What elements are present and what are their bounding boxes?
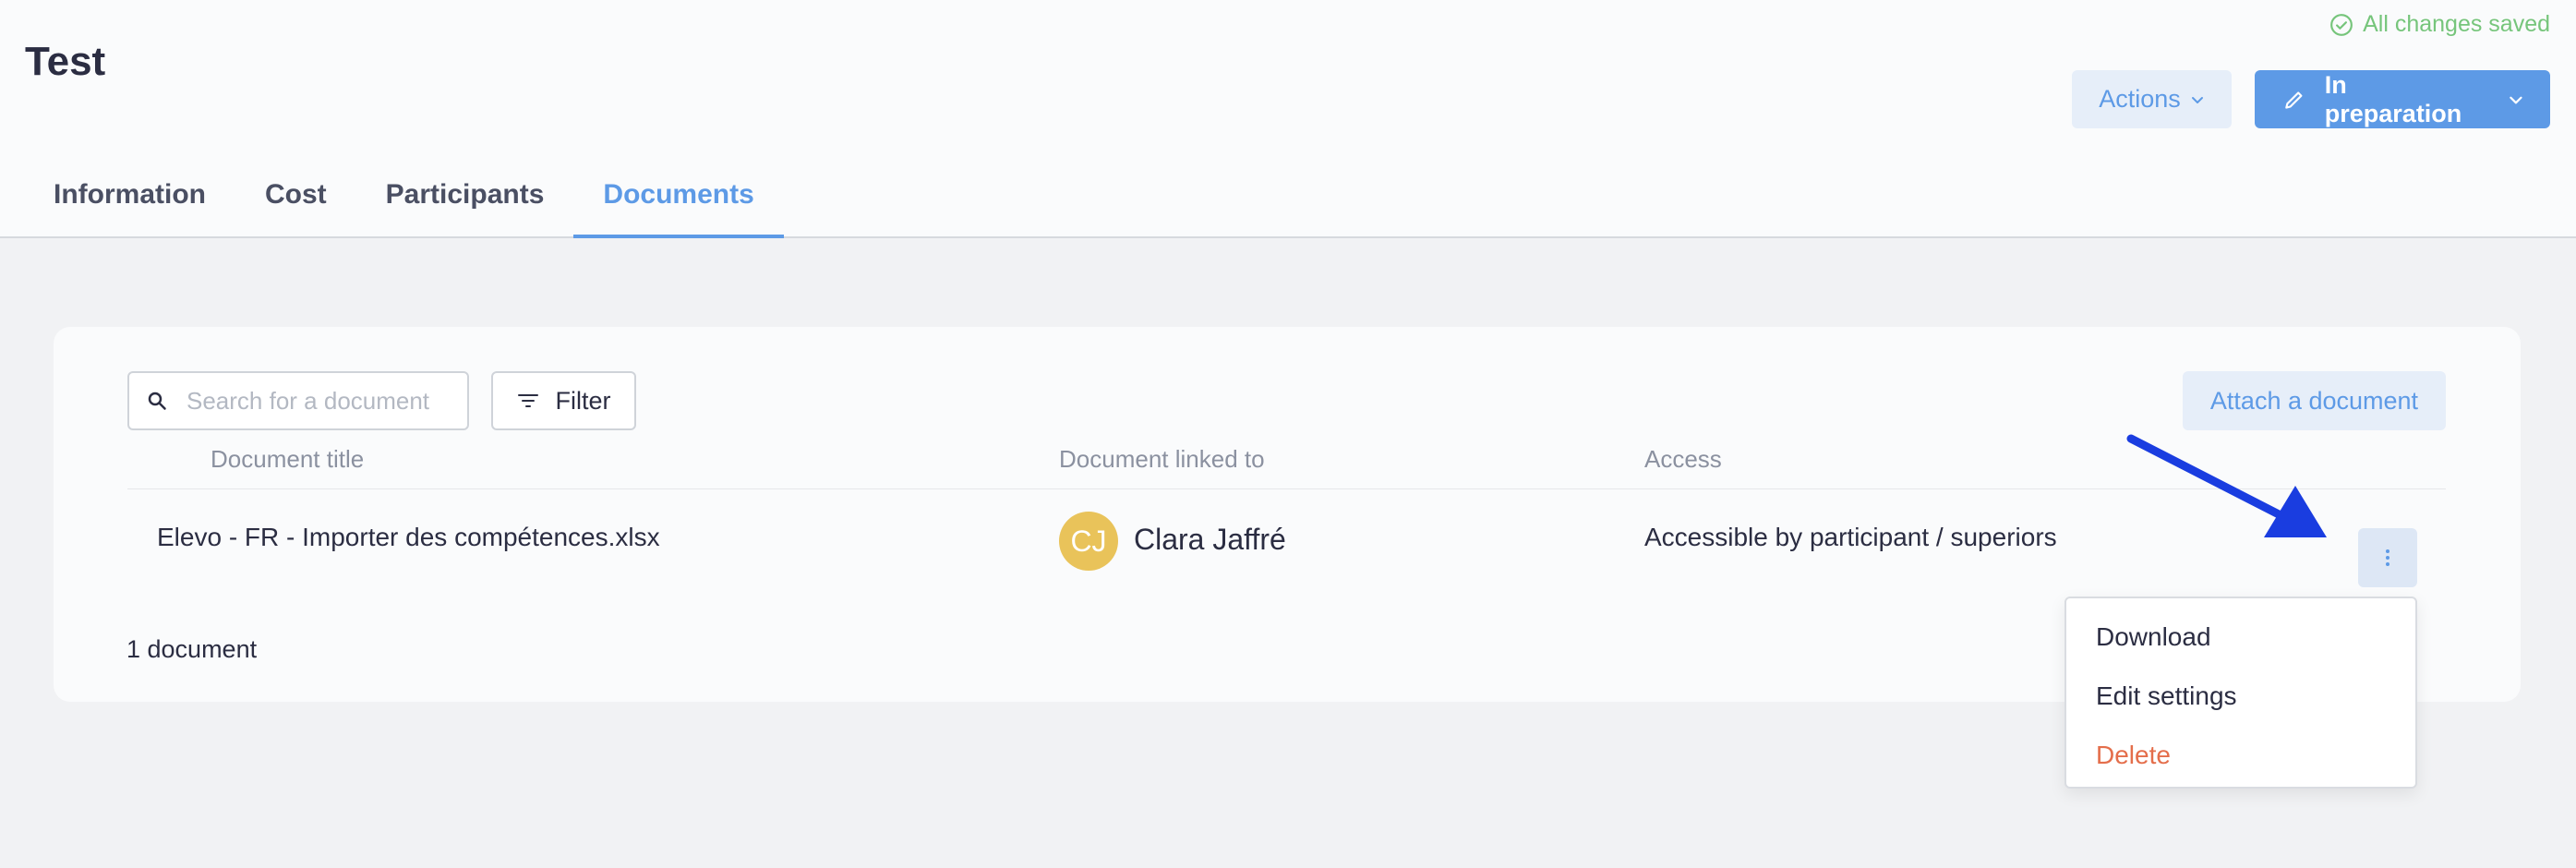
access-cell: Accessible by participant / superiors [1644,523,2057,551]
status-button[interactable]: In preparation [2255,70,2550,128]
search-input[interactable] [187,386,454,416]
column-header-linked-to[interactable]: Document linked to [1059,445,1265,474]
status-button-label: In preparation [2324,70,2462,127]
document-title-cell: Elevo - FR - Importer des compétences.xl… [157,523,660,551]
tab-participants[interactable]: Participants [356,166,574,238]
column-header-title[interactable]: Document title [211,445,364,474]
save-status: All changes saved [2329,11,2550,38]
page-title: Test [25,39,106,84]
menu-item-edit-settings[interactable]: Edit settings [2066,672,2415,731]
column-header-access[interactable]: Access [1644,445,1722,474]
filter-button-label: Filter [555,386,611,415]
more-vertical-icon [2386,549,2389,566]
avatar: CJ [1059,512,1118,571]
table-header: Document title Document linked to Access [127,445,2446,489]
search-icon [148,392,166,410]
chevron-down-icon [2510,96,2522,103]
document-count: 1 document [126,635,258,663]
annotation-arrow-icon [2126,434,2327,537]
attach-document-button[interactable]: Attach a document [2183,371,2446,430]
filter-button[interactable]: Filter [491,371,636,430]
linked-person-name: Clara Jaffré [1134,523,1286,556]
row-context-menu: Download Edit settings Delete [2064,597,2417,789]
page-header: Test All changes saved Actions In prepar… [0,0,2576,238]
search-box [127,371,469,430]
tab-bar: Information Cost Participants Documents [24,166,784,238]
actions-button-label: Actions [2099,85,2181,113]
check-circle-icon [2330,13,2353,36]
menu-item-delete[interactable]: Delete [2066,731,2415,790]
menu-item-download[interactable]: Download [2066,613,2415,672]
filter-icon [517,394,538,407]
actions-button[interactable]: Actions [2072,70,2232,128]
tab-information[interactable]: Information [24,166,235,238]
chevron-down-icon [2191,96,2203,103]
tab-cost[interactable]: Cost [235,166,356,238]
save-status-text: All changes saved [2363,11,2550,37]
table-row[interactable]: Elevo - FR - Importer des compétences.xl… [127,489,2446,591]
row-menu-button[interactable] [2358,528,2417,587]
pencil-icon [2285,90,2303,109]
tab-documents[interactable]: Documents [573,166,784,238]
